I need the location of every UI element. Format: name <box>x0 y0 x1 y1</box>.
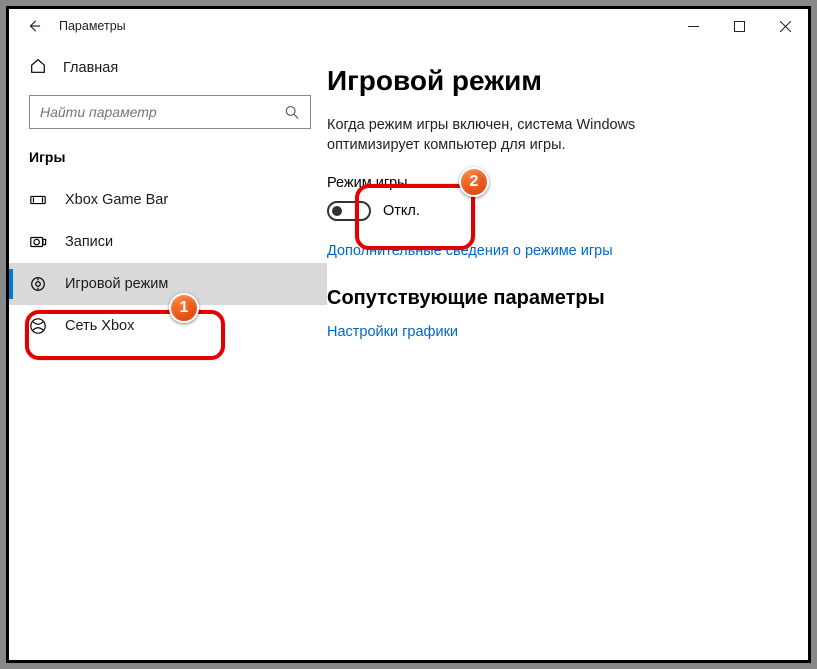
page-description: Когда режим игры включен, система Window… <box>327 115 727 155</box>
link-learn-more[interactable]: Дополнительные сведения о режиме игры <box>327 243 788 259</box>
nav: Xbox Game Bar Записи Игровой режим <box>9 179 327 347</box>
titlebar: Параметры <box>9 9 808 43</box>
toggle-row: Откл. <box>327 201 788 221</box>
toggle-knob <box>332 206 342 216</box>
toggle-label: Режим игры <box>327 175 788 191</box>
sidebar-item-xbox-network[interactable]: Сеть Xbox <box>9 305 327 347</box>
captures-icon <box>29 233 47 251</box>
xbox-network-icon <box>29 317 47 335</box>
settings-window: Параметры Главная <box>9 9 808 660</box>
minimize-button[interactable] <box>670 9 716 43</box>
game-bar-icon <box>29 191 47 209</box>
content: Игровой режим Когда режим игры включен, … <box>327 43 808 660</box>
search-wrap <box>9 87 327 139</box>
close-button[interactable] <box>762 9 808 43</box>
sidebar-item-captures[interactable]: Записи <box>9 221 327 263</box>
close-icon <box>780 21 791 32</box>
related-heading: Сопутствующие параметры <box>327 287 788 310</box>
window-controls <box>670 9 808 43</box>
sidebar-item-xbox-game-bar[interactable]: Xbox Game Bar <box>9 179 327 221</box>
minimize-icon <box>688 21 699 32</box>
home-link[interactable]: Главная <box>9 49 327 87</box>
page-title: Игровой режим <box>327 65 788 97</box>
sidebar-item-label: Игровой режим <box>65 276 168 292</box>
arrow-left-icon <box>27 19 41 33</box>
search-icon <box>285 105 299 119</box>
sidebar: Главная Игры Xbox Game Bar <box>9 43 327 660</box>
sidebar-item-label: Записи <box>65 234 113 250</box>
game-mode-icon <box>29 275 47 293</box>
search-input[interactable] <box>29 95 311 129</box>
maximize-button[interactable] <box>716 9 762 43</box>
toggle-state-text: Откл. <box>383 203 420 219</box>
sidebar-item-label: Сеть Xbox <box>65 318 134 334</box>
home-icon <box>29 57 47 79</box>
sidebar-item-label: Xbox Game Bar <box>65 192 168 208</box>
section-label: Игры <box>9 139 327 179</box>
game-mode-toggle[interactable] <box>327 201 371 221</box>
body: Главная Игры Xbox Game Bar <box>9 43 808 660</box>
window-title: Параметры <box>59 19 126 33</box>
link-graphics-settings[interactable]: Настройки графики <box>327 324 788 340</box>
maximize-icon <box>734 21 745 32</box>
sidebar-item-game-mode[interactable]: Игровой режим <box>9 263 327 305</box>
home-label: Главная <box>63 60 118 76</box>
back-button[interactable] <box>19 19 49 33</box>
